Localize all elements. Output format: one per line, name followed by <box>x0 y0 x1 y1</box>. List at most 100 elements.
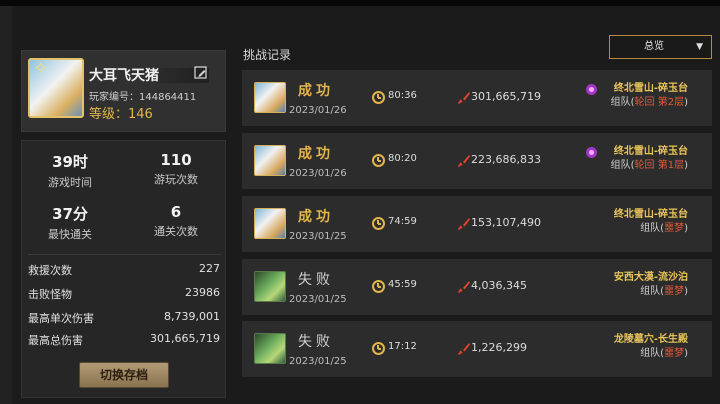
record-result: 失败 <box>298 272 334 288</box>
difficulty-tag: 噩梦 <box>664 223 685 234</box>
team-suffix: ) <box>684 223 688 234</box>
record-time: 17:12 <box>388 341 417 352</box>
team-suffix: ) <box>684 286 688 297</box>
record-result: 成功 <box>298 83 334 99</box>
stats-divider <box>28 254 221 255</box>
record-date: 2023/01/25 <box>289 231 347 242</box>
team-prefix: 组队( <box>640 286 665 297</box>
stat-label: 最快通关 <box>48 228 92 241</box>
record-time: 80:36 <box>388 90 417 101</box>
record-time: 74:59 <box>388 216 417 227</box>
detail-max-hit: 最高单次伤害 8,739,001 <box>28 310 220 326</box>
difficulty-tag: 轮回 第1层 <box>634 160 685 171</box>
record-date: 2023/01/26 <box>289 168 347 179</box>
sword-icon <box>457 92 470 105</box>
record-avatar <box>254 208 286 239</box>
avatar-crest-icon: ✧ <box>33 58 49 79</box>
sword-icon <box>457 218 470 231</box>
clock-icon <box>372 280 385 293</box>
team-suffix: ) <box>684 348 688 359</box>
record-date: 2023/01/26 <box>289 105 347 116</box>
record-damage: 223,686,833 <box>471 153 541 166</box>
record-result: 成功 <box>298 146 334 162</box>
player-name: 大耳飞天猪 <box>89 68 159 84</box>
record-time: 80:20 <box>388 153 417 164</box>
record-time: 45:59 <box>388 279 417 290</box>
stat-value: 110 <box>160 151 192 169</box>
record-team: 组队(噩梦) <box>640 344 688 359</box>
record-team: 组队(噩梦) <box>640 282 688 297</box>
filter-dropdown[interactable]: 总览 ▼ <box>609 35 712 59</box>
stat-play-count: 110 游玩次数 <box>131 151 221 187</box>
record-stage: 终北雪山-碎玉台 <box>613 83 688 94</box>
difficulty-tag: 噩梦 <box>664 286 685 297</box>
stat-play-time: 39时 游戏时间 <box>25 151 115 190</box>
edit-icon[interactable] <box>194 66 208 80</box>
record-avatar <box>254 333 286 364</box>
stats-card: 39时 游戏时间 110 游玩次数 37分 最快通关 6 通关次数 救援次数 2… <box>21 140 226 398</box>
record-avatar <box>254 271 286 302</box>
detail-max-total: 最高总伤害 301,665,719 <box>28 332 220 348</box>
sword-icon <box>457 155 470 168</box>
record-avatar <box>254 82 286 113</box>
record-damage: 4,036,345 <box>471 279 527 292</box>
record-stage: 终北雪山-碎玉台 <box>613 209 688 220</box>
record-stage: 安西大漠-流沙泊 <box>613 272 688 283</box>
stat-label: 游玩次数 <box>154 173 198 186</box>
team-prefix: 组队( <box>610 160 635 171</box>
stat-fastest-clear: 37分 最快通关 <box>25 203 115 242</box>
detail-label: 最高单次伤害 <box>28 312 94 325</box>
detail-label: 救援次数 <box>28 264 72 277</box>
stat-clear-count: 6 通关次数 <box>131 203 221 239</box>
team-prefix: 组队( <box>640 348 665 359</box>
stat-value: 37分 <box>52 205 88 223</box>
left-edge <box>0 6 12 404</box>
record-date: 2023/01/25 <box>289 294 347 305</box>
detail-value: 8,739,001 <box>164 310 220 323</box>
records-title: 挑战记录 <box>243 48 292 62</box>
record-row[interactable]: 成功 2023/01/26 80:36 301,665,719 终北雪山-碎玉台 组队(轮… <box>242 70 712 126</box>
clock-icon <box>372 217 385 230</box>
detail-value: 23986 <box>185 286 220 299</box>
stat-value: 39时 <box>52 153 88 171</box>
boss-icon <box>586 84 597 95</box>
team-suffix: ) <box>684 97 688 108</box>
player-id: 玩家编号：144864411 <box>89 92 197 103</box>
detail-value: 301,665,719 <box>150 332 220 345</box>
team-prefix: 组队( <box>640 223 665 234</box>
detail-label: 最高总伤害 <box>28 334 83 347</box>
profile-card: ✧ 大耳飞天猪 玩家编号：144864411 等级：146 <box>21 50 226 132</box>
detail-rescues: 救援次数 227 <box>28 262 220 278</box>
player-avatar: ✧ <box>28 58 84 118</box>
record-result: 成功 <box>298 209 334 225</box>
clock-icon <box>372 91 385 104</box>
record-team: 组队(轮回 第1层) <box>611 156 688 171</box>
record-row[interactable]: 失败 2023/01/25 17:12 1,226,299 龙陵墓穴-长生殿 组队(噩梦) <box>242 321 712 377</box>
difficulty-tag: 噩梦 <box>664 348 685 359</box>
team-prefix: 组队( <box>610 97 635 108</box>
detail-value: 227 <box>199 262 220 275</box>
top-bar <box>0 0 720 6</box>
record-damage: 301,665,719 <box>471 90 541 103</box>
team-suffix: ) <box>684 160 688 171</box>
clock-icon <box>372 342 385 355</box>
record-row[interactable]: 失败 2023/01/25 45:59 4,036,345 安西大漠-流沙泊 组队(噩梦) <box>242 259 712 315</box>
record-row[interactable]: 成功 2023/01/25 74:59 153,107,490 终北雪山-碎玉台 组队(噩… <box>242 196 712 252</box>
switch-save-button[interactable]: 切换存档 <box>79 362 169 388</box>
record-team: 组队(轮回 第2层) <box>611 93 688 108</box>
player-level: 等级：146 <box>89 107 153 122</box>
filter-selected: 总览 <box>644 41 664 52</box>
record-stage: 龙陵墓穴-长生殿 <box>613 334 688 345</box>
record-row[interactable]: 成功 2023/01/26 80:20 223,686,833 终北雪山-碎玉台 组队(轮… <box>242 133 712 189</box>
sword-icon <box>457 281 470 294</box>
record-result: 失败 <box>298 334 334 350</box>
record-avatar <box>254 145 286 176</box>
record-date: 2023/01/25 <box>289 356 347 367</box>
difficulty-tag: 轮回 第2层 <box>634 97 685 108</box>
detail-label: 击败怪物 <box>28 288 72 301</box>
record-stage: 终北雪山-碎玉台 <box>613 146 688 157</box>
record-damage: 153,107,490 <box>471 216 541 229</box>
clock-icon <box>372 154 385 167</box>
boss-icon <box>586 147 597 158</box>
stat-label: 通关次数 <box>154 225 198 238</box>
